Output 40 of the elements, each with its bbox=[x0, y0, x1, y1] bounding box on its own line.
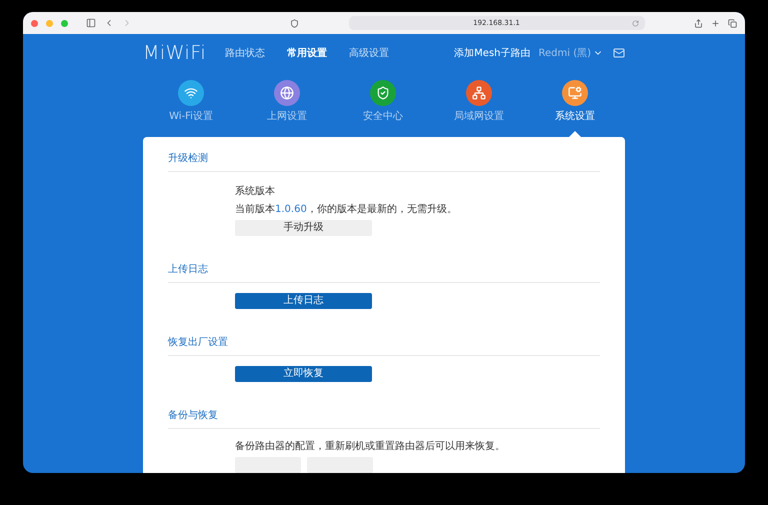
reload-icon[interactable] bbox=[632, 20, 638, 26]
category-label[interactable]: 上网设置 bbox=[267, 109, 307, 123]
category-button[interactable] bbox=[274, 80, 300, 106]
logo: MiWiFi bbox=[143, 42, 208, 64]
globe-icon bbox=[280, 86, 294, 100]
plus-icon[interactable] bbox=[711, 18, 720, 28]
mail-icon[interactable] bbox=[613, 47, 625, 59]
shield-icon[interactable] bbox=[290, 18, 299, 28]
wifi-icon bbox=[184, 86, 198, 100]
sidebar-icon[interactable] bbox=[86, 18, 96, 28]
action-button[interactable]: 上传日志 bbox=[235, 293, 372, 309]
nav-tab[interactable]: 常用设置 bbox=[287, 46, 327, 60]
category-label[interactable]: 安全中心 bbox=[363, 109, 403, 123]
subsection-title: 系统版本 bbox=[235, 184, 275, 198]
network-icon bbox=[472, 86, 486, 100]
nav-tab[interactable]: 路由状态 bbox=[225, 46, 265, 60]
device-name[interactable]: Redmi (黑) bbox=[538, 46, 591, 60]
category-button[interactable] bbox=[562, 80, 588, 106]
monitor-gear-icon bbox=[568, 86, 582, 100]
action-button[interactable]: 立即恢复 bbox=[235, 366, 372, 382]
section-title: 升级检测 bbox=[168, 151, 600, 172]
category-label[interactable]: 系统设置 bbox=[555, 109, 595, 123]
version-text: 当前版本1.0.60，你的版本是最新的，无需升级。 bbox=[235, 202, 457, 216]
section-title: 上传日志 bbox=[168, 262, 600, 283]
close-icon[interactable] bbox=[31, 20, 38, 26]
share-icon[interactable] bbox=[694, 18, 703, 28]
version-number: 1.0.60 bbox=[275, 204, 307, 215]
category-button[interactable] bbox=[370, 80, 396, 106]
category-button[interactable] bbox=[178, 80, 204, 106]
section-title: 恢复出厂设置 bbox=[168, 335, 600, 356]
category-button[interactable] bbox=[466, 80, 492, 106]
section-title: 备份与恢复 bbox=[168, 408, 600, 429]
action-button[interactable]: 手动升级 bbox=[235, 220, 372, 236]
category-label[interactable]: 局域网设置 bbox=[454, 109, 504, 123]
tabs-icon[interactable] bbox=[728, 18, 737, 28]
category-label[interactable]: Wi-Fi设置 bbox=[169, 109, 213, 123]
mesh-link[interactable]: 添加Mesh子路由 bbox=[454, 46, 530, 60]
nav-tab[interactable]: 高级设置 bbox=[349, 46, 389, 60]
shield-icon bbox=[376, 86, 390, 100]
backup-description: 备份路由器的配置，重新刷机或重置路由器后可以用来恢复。 bbox=[235, 440, 505, 453]
